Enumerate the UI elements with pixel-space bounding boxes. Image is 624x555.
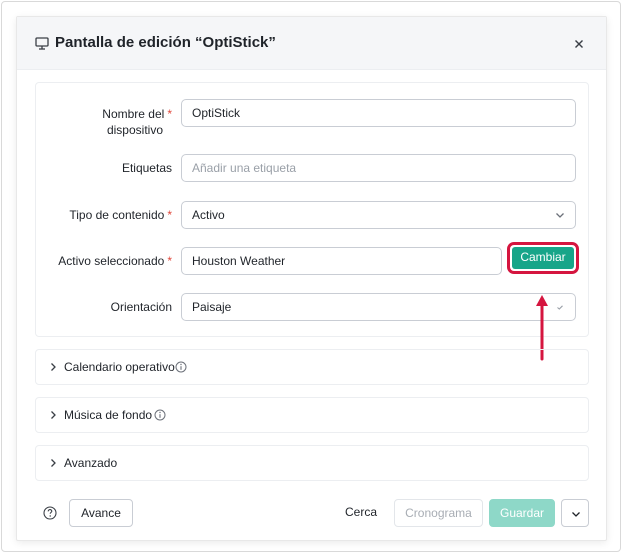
device-form: Nombre del * dispositivo OptiStick Etique… [35, 82, 589, 337]
close-button[interactable]: Cerca [339, 499, 383, 527]
orientation-select[interactable]: Paisaje [181, 293, 576, 321]
schedule-button[interactable]: Cronograma [394, 499, 483, 527]
orientation-label: Orientación [110, 300, 172, 314]
chevron-down-icon [572, 512, 580, 517]
help-icon[interactable] [43, 506, 57, 520]
info-icon[interactable] [154, 409, 166, 421]
content-type-label: Tipo de contenido * [69, 208, 172, 222]
content-type-select[interactable]: Activo [181, 201, 576, 229]
checkmark-icon [557, 305, 563, 310]
preview-button[interactable]: Avance [69, 499, 133, 527]
tags-input[interactable]: Añadir una etiqueta [181, 154, 576, 182]
section-background-music[interactable]: Música de fondo [35, 397, 589, 433]
change-asset-button[interactable]: Cambiar [512, 247, 574, 269]
chevron-right-icon [51, 363, 56, 371]
chevron-down-icon [556, 213, 564, 218]
selected-asset-label: Activo seleccionado * [58, 254, 172, 268]
section-label: Música de fondo [64, 408, 153, 422]
modal-title: Pantalla de edición “OptiStick” [55, 34, 276, 51]
selected-asset-input[interactable]: Houston Weather [181, 247, 502, 275]
section-label: Avanzado [64, 456, 118, 470]
monitor-icon [35, 37, 49, 50]
chevron-right-icon [51, 459, 56, 467]
tags-label: Etiquetas [121, 161, 172, 175]
device-name-label: Nombre del * dispositivo [102, 107, 172, 137]
close-icon[interactable] [572, 37, 586, 51]
modal-header: Pantalla de edición “OptiStick” [17, 17, 606, 70]
info-icon[interactable] [175, 361, 187, 373]
chevron-right-icon [51, 411, 56, 419]
save-options-button[interactable] [561, 499, 589, 527]
change-button-highlight: Cambiar [507, 242, 579, 274]
section-advanced[interactable]: Avanzado [35, 445, 589, 481]
section-operating-calendar[interactable]: Calendario operativo [35, 349, 589, 385]
section-label: Calendario operativo [64, 360, 175, 374]
save-button[interactable]: Guardar [489, 499, 555, 527]
edit-screen-modal: Pantalla de edición “OptiStick” Nombre d… [16, 16, 607, 541]
device-name-input[interactable]: OptiStick [181, 99, 576, 127]
